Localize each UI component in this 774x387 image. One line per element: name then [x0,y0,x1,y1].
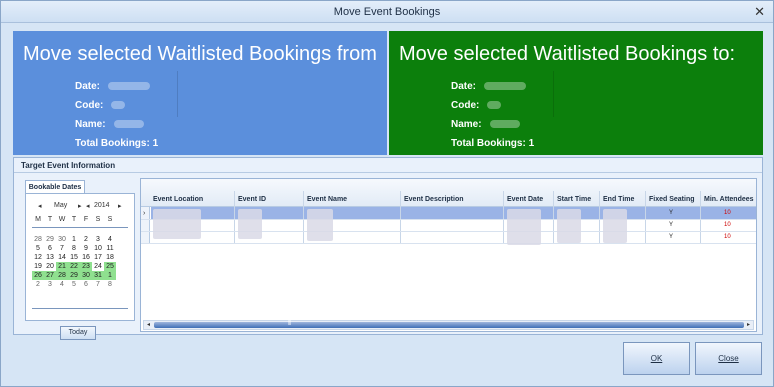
target-name-label: Name: [451,119,482,130]
redacted-start-time [557,209,581,243]
target-date-label: Date: [451,81,477,92]
target-code-value-redacted [487,101,502,110]
calendar-week: 28 29 30 1 2 3 4 [32,228,128,243]
close-button[interactable]: Close [695,342,762,375]
target-name-value-redacted [489,120,520,129]
calendar-week: 26 27 28 29 30 31 1 [32,264,128,280]
table-cell-min-attendees: 10 [724,222,731,228]
next-month-icon[interactable]: ▸ [78,202,82,210]
redacted-end-time [603,209,627,243]
calendar-month: May [54,202,68,209]
weekday-sun: S [107,216,113,223]
calendar-week: 19 20 21 22 23 24 25 [32,255,128,271]
weekday-thu: T [71,216,77,223]
close-window-icon[interactable]: ✕ [754,1,765,23]
source-booking-panel: Move selected Waitlisted Bookings from D… [13,31,387,155]
column-fixed-seating[interactable]: Fixed Seating [649,196,695,203]
calendar-week: 5 6 7 8 9 10 11 [32,237,128,252]
weekday-header: MTWTFSS [32,216,116,223]
source-divider [177,71,178,117]
source-name-value-redacted [113,120,144,129]
target-booking-panel: Move selected Waitlisted Bookings to: Da… [389,31,763,155]
column-event-description[interactable]: Event Description [404,196,464,203]
column-event-name[interactable]: Event Name [307,196,347,203]
next-year-icon[interactable]: ▸ [118,202,122,210]
current-row-arrow-icon: › [143,210,146,217]
weekday-sat: S [95,216,101,223]
source-name-label: Name: [75,119,106,130]
prev-month-icon[interactable]: ◂ [38,202,42,210]
source-code-value-redacted [111,101,126,110]
column-event-location[interactable]: Event Location [153,196,203,203]
source-date-label: Date: [75,81,101,92]
source-date-value-redacted [108,82,151,91]
table-cell-min-attendees: 10 [724,210,731,216]
calendar-day[interactable]: 2 [32,280,44,289]
redacted-event-id [238,209,262,239]
redacted-event-location [153,209,201,239]
prev-year-icon[interactable]: ◂ [86,202,90,210]
source-total-bookings: Total Bookings: 1 [75,138,159,149]
source-heading: Move selected Waitlisted Bookings from [23,43,377,65]
move-event-bookings-dialog: Move Event Bookings ✕ Move selected Wait… [0,0,774,387]
calendar-day[interactable]: 7 [92,280,104,289]
scrollbar-thumb[interactable]: ⦀ [154,320,744,328]
target-divider [553,71,554,117]
grip-icon: ⦀ [288,320,292,327]
redacted-event-name [307,209,333,241]
table-cell-min-attendees: 10 [724,234,731,240]
calendar-day-grid: 28 29 30 1 2 3 4 5 6 7 8 9 10 11 12 13 14 15 16 17 18 19 20… [32,227,128,288]
window-title: Move Event Bookings [333,6,441,18]
column-event-id[interactable]: Event ID [238,196,266,203]
ok-button[interactable]: OK [623,342,690,375]
event-grid: Event Location Event ID Event Name Event… [140,178,757,332]
bookable-dates-calendar: ◂ May ▸ ◂ 2014 ▸ MTWTFSS 28 29 30 1 2 3 4 5678… [25,193,135,340]
column-min-attendees[interactable]: Min. Attendees [704,196,754,203]
calendar-day[interactable]: 5 [68,280,80,289]
row-indicator-column: › [141,207,150,243]
table-cell-fixed-seating: Y [669,234,674,240]
horizontal-scrollbar[interactable]: ◂ ⦀ ▸ [143,320,754,330]
today-button[interactable]: Today [60,326,96,340]
calendar-week: 12 13 14 15 16 17 18 [32,246,128,261]
title-bar: Move Event Bookings ✕ [1,1,773,23]
source-code-label: Code: [75,100,104,111]
calendar-day[interactable]: 6 [80,280,92,289]
target-event-information-group: Target Event Information Bookable Dates … [13,157,763,340]
tab-bookable-dates[interactable]: Bookable Dates [25,180,85,194]
target-total-bookings: Total Bookings: 1 [451,138,535,149]
column-event-date[interactable]: Event Date [507,196,543,203]
weekday-wed: W [58,216,66,223]
weekday-mon: M [35,216,41,223]
column-start-time[interactable]: Start Time [557,196,591,203]
calendar-day[interactable]: 3 [44,280,56,289]
redacted-event-date [507,209,541,245]
target-code-label: Code: [451,100,480,111]
scroll-left-icon[interactable]: ◂ [144,321,153,329]
scroll-right-icon[interactable]: ▸ [744,321,753,329]
weekday-tue: T [47,216,53,223]
calendar-week: 2345678 [32,273,128,288]
calendar-day[interactable]: 4 [56,280,68,289]
target-heading: Move selected Waitlisted Bookings to: [399,43,736,65]
calendar-year: 2014 [94,202,110,209]
table-cell-fixed-seating: Y [669,222,674,228]
calendar-day[interactable]: 8 [104,280,116,289]
table-cell-fixed-seating: Y [669,210,674,216]
calendar-header: ◂ May ▸ ◂ 2014 ▸ [26,202,134,212]
target-date-value-redacted [484,82,527,91]
weekday-fri: F [83,216,89,223]
target-event-information-title: Target Event Information [21,161,116,170]
column-end-time[interactable]: End Time [603,196,634,203]
